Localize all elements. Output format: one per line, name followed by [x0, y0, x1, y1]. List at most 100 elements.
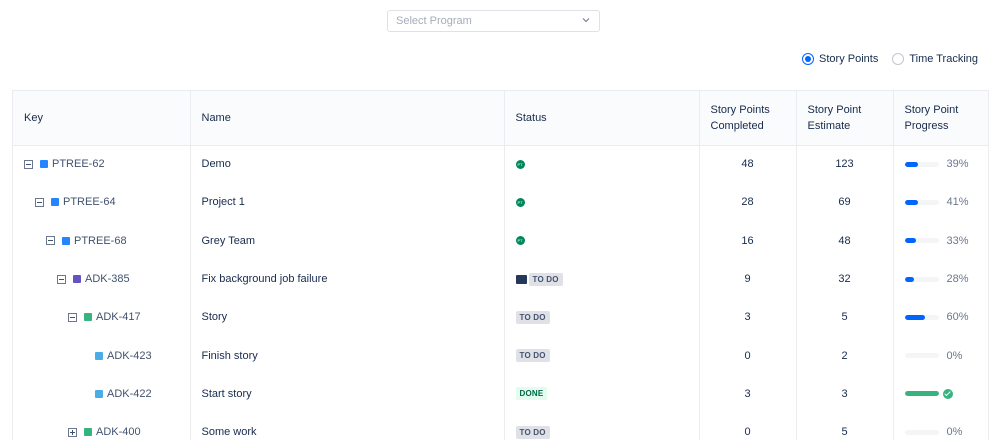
- cell-estimate: 5: [796, 413, 894, 440]
- progress-percent: 0%: [946, 426, 963, 439]
- expand-icon[interactable]: [68, 427, 77, 437]
- radio-time-tracking[interactable]: Time Tracking: [892, 53, 978, 65]
- progress-percent: 33%: [946, 234, 969, 247]
- issue-key-link[interactable]: ADK-422: [107, 388, 152, 400]
- progress-percent: 41%: [946, 196, 969, 209]
- table-row[interactable]: ADK-385 Fix background job failure TO DO 9 3…: [13, 259, 988, 299]
- column-header-key[interactable]: Key: [13, 91, 191, 146]
- program-select-placeholder: Select Program: [396, 15, 472, 27]
- table-row[interactable]: ADK-422 Start story DONE 3 3: [13, 374, 988, 414]
- column-header-estimate[interactable]: Story Point Estimate: [796, 91, 894, 146]
- issue-type-icon: [95, 389, 103, 398]
- table-row[interactable]: ADK-417 Story TO DO 3 5 60%: [13, 298, 988, 337]
- cell-status: PT: [504, 183, 700, 222]
- avatar: PT: [515, 159, 525, 169]
- progress-bar-fill: [904, 391, 939, 397]
- collapse-icon[interactable]: [35, 197, 44, 207]
- cell-progress: 60%: [893, 298, 988, 336]
- cell-status: PT: [504, 221, 700, 260]
- cell-name: Story: [190, 298, 505, 337]
- issue-key-link[interactable]: ADK-417: [96, 311, 141, 323]
- radio-button-story-points[interactable]: [802, 53, 815, 65]
- collapse-icon[interactable]: [46, 236, 55, 246]
- cell-progress: 0%: [893, 336, 988, 374]
- check-circle-icon: [942, 388, 953, 399]
- mode-radio-group: Story Points Time Tracking: [802, 53, 978, 65]
- progress-bar: [904, 199, 939, 205]
- table-row[interactable]: ADK-400 Some work TO DO 0 5 0%: [13, 413, 988, 440]
- issue-type-icon: [84, 428, 92, 437]
- table-row[interactable]: ADK-423 Finish story TO DO 0 2 0%: [13, 336, 988, 375]
- column-header-status[interactable]: Status: [504, 91, 700, 146]
- issue-type-icon: [84, 313, 92, 322]
- column-header-name[interactable]: Name: [190, 91, 505, 146]
- table-row[interactable]: PTREE-68 Grey Team PT 16 48 33%: [13, 221, 988, 260]
- cell-name: Demo: [190, 145, 505, 184]
- progress-bar-fill: [904, 161, 918, 167]
- status-badge: TO DO: [515, 310, 550, 324]
- cell-name: Start story: [190, 374, 505, 414]
- issue-key-link[interactable]: ADK-385: [85, 273, 130, 285]
- cell-estimate: 69: [796, 183, 894, 222]
- cell-name: Grey Team: [190, 221, 505, 260]
- cell-status: TO DO: [504, 336, 700, 375]
- cell-status: PT: [504, 145, 700, 184]
- cell-name: Finish story: [190, 336, 505, 375]
- issue-type-icon: [40, 160, 48, 169]
- collapse-icon[interactable]: [68, 312, 77, 322]
- issue-key-link[interactable]: ADK-400: [96, 426, 141, 438]
- cell-key: PTREE-68: [13, 221, 191, 260]
- progress-bar: [904, 391, 939, 397]
- progress-bar-fill: [904, 276, 915, 282]
- cell-progress: [893, 375, 988, 413]
- issue-key-link[interactable]: PTREE-68: [74, 235, 127, 247]
- cell-key: ADK-422: [13, 374, 191, 414]
- cell-status: TO DO: [504, 298, 700, 337]
- progress-bar-fill: [904, 314, 925, 320]
- progress-bar-fill: [904, 199, 919, 205]
- cell-estimate: 3: [796, 374, 894, 414]
- cell-key: ADK-423: [13, 336, 191, 375]
- issue-key-link[interactable]: PTREE-64: [63, 196, 116, 208]
- cell-progress: 0%: [893, 413, 988, 440]
- progress-percent: 60%: [946, 311, 969, 324]
- avatar: PT: [515, 236, 525, 246]
- issue-type-icon: [95, 351, 103, 360]
- collapse-icon[interactable]: [57, 274, 66, 284]
- issue-type-icon: [51, 198, 59, 207]
- cell-progress: 39%: [893, 145, 988, 183]
- issue-key-link[interactable]: ADK-423: [107, 350, 152, 362]
- cell-name: Project 1: [190, 183, 505, 222]
- cell-estimate: 2: [796, 336, 894, 375]
- progress-bar: [904, 276, 939, 282]
- issue-type-icon: [62, 236, 70, 245]
- cell-key: ADK-417: [13, 298, 191, 337]
- cell-estimate: 48: [796, 221, 894, 260]
- collapse-icon[interactable]: [24, 159, 33, 169]
- progress-percent: 28%: [946, 273, 969, 286]
- issue-key-link[interactable]: PTREE-62: [52, 158, 105, 170]
- table-header-row: Key Name Status Story Points Completed S…: [13, 91, 988, 146]
- cell-status: TO DO: [504, 413, 700, 440]
- cell-completed: 16: [699, 221, 797, 260]
- cell-progress: 28%: [893, 260, 988, 298]
- cell-status: TO DO: [504, 259, 700, 299]
- column-header-progress[interactable]: Story Point Progress: [893, 91, 988, 146]
- cell-completed: 48: [699, 145, 797, 184]
- cell-key: ADK-385: [13, 259, 191, 299]
- program-select[interactable]: Select Program: [387, 10, 600, 32]
- cell-estimate: 32: [796, 259, 894, 299]
- progress-bar: [904, 429, 939, 435]
- radio-label-story-points: Story Points: [819, 53, 879, 65]
- cell-key: PTREE-62: [13, 145, 191, 184]
- radio-button-time-tracking[interactable]: [892, 53, 905, 65]
- progress-percent: 0%: [946, 349, 963, 362]
- issue-type-icon: [73, 275, 81, 284]
- column-header-completed[interactable]: Story Points Completed: [699, 91, 797, 146]
- table-row[interactable]: PTREE-64 Project 1 PT 28 69 41%: [13, 183, 988, 222]
- progress-bar: [904, 238, 939, 244]
- cell-name: Some work: [190, 413, 505, 440]
- radio-story-points[interactable]: Story Points: [802, 53, 878, 65]
- table-row[interactable]: PTREE-62 Demo PT 48 123 39%: [13, 145, 988, 184]
- cell-completed: 0: [699, 413, 797, 440]
